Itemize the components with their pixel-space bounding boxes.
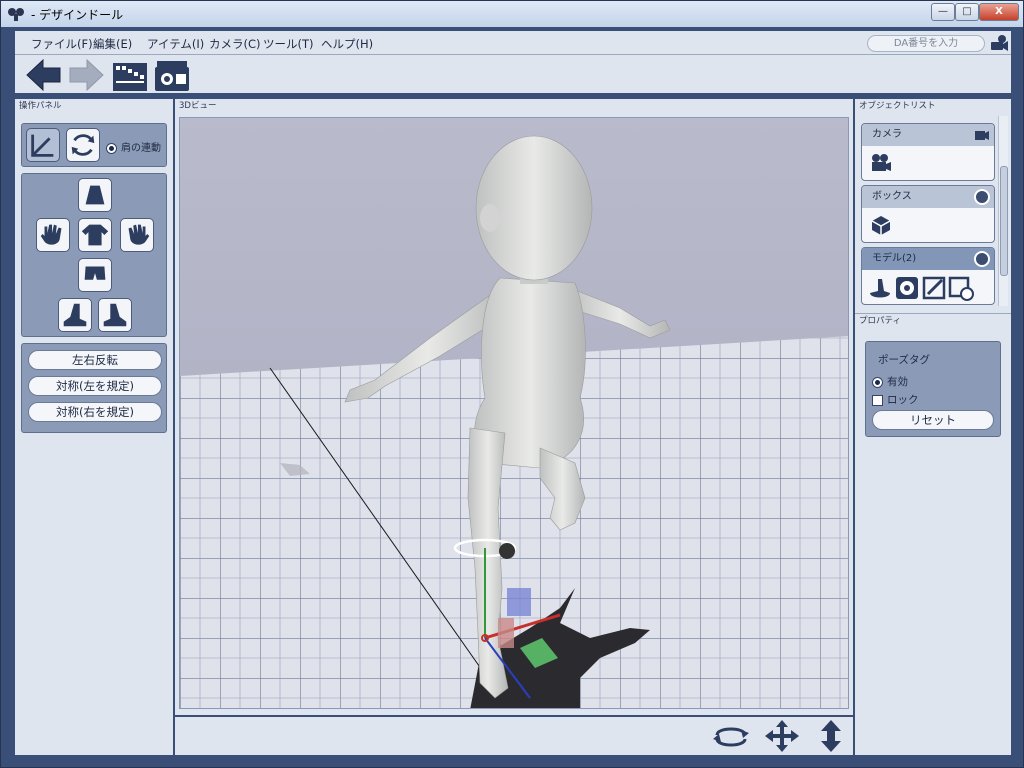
operation-panel: 操作パネル 肩の連動 左右反転 対称(左を規定) 対称(右を規定) bbox=[15, 99, 173, 755]
menu-camera[interactable]: カメラ(C) bbox=[209, 36, 261, 52]
operation-panel-title: 操作パネル bbox=[15, 99, 173, 113]
lock-checkbox[interactable] bbox=[872, 394, 883, 406]
left-hand-button[interactable] bbox=[120, 218, 154, 252]
close-button[interactable]: X bbox=[979, 3, 1019, 21]
scene-canvas bbox=[180, 118, 848, 708]
symmetry-right-button[interactable]: 対称(右を規定) bbox=[28, 402, 162, 422]
3d-view-panel: 3Dビュー bbox=[175, 99, 853, 715]
top-part-button[interactable] bbox=[78, 218, 112, 252]
minimize-button[interactable]: — bbox=[931, 3, 955, 21]
model-tools-icon[interactable] bbox=[868, 275, 988, 301]
menu-bar: ファイル(F) 編集(E) アイテム(I) カメラ(C) ツール(T) ヘルプ(… bbox=[15, 31, 1011, 55]
shoulder-link-label: 肩の連動 bbox=[121, 143, 161, 154]
left-shoe-button[interactable] bbox=[98, 298, 132, 332]
3d-viewport[interactable] bbox=[179, 117, 849, 709]
movie-camera-icon[interactable] bbox=[974, 127, 990, 143]
valid-label: 有効 bbox=[887, 376, 908, 388]
right-shoe-button[interactable] bbox=[58, 298, 92, 332]
cube-icon bbox=[871, 216, 891, 235]
transform-mode-group: 肩の連動 bbox=[21, 123, 167, 167]
orbit-camera-icon[interactable] bbox=[711, 721, 751, 751]
shirt-icon bbox=[81, 224, 109, 246]
visibility-eye-icon[interactable] bbox=[974, 189, 990, 205]
symmetry-group: 左右反転 対称(左を規定) 対称(右を規定) bbox=[21, 343, 167, 433]
app-logo-icon bbox=[8, 8, 24, 21]
menu-item[interactable]: アイテム(I) bbox=[147, 36, 204, 52]
boot-icon bbox=[103, 303, 127, 327]
symmetry-left-button[interactable]: 対称(左を規定) bbox=[28, 376, 162, 396]
hand-icon bbox=[40, 224, 62, 245]
toolbar bbox=[15, 55, 1011, 95]
film-clapper-icon[interactable] bbox=[111, 57, 149, 93]
menu-help[interactable]: ヘルプ(H) bbox=[321, 36, 373, 52]
visibility-eye-icon[interactable] bbox=[974, 251, 990, 267]
object-box-label: ボックス bbox=[872, 191, 912, 202]
da-number-input[interactable]: DA番号を入力 bbox=[867, 35, 985, 52]
object-list-scrollbar[interactable] bbox=[998, 116, 1008, 306]
app-window: - デザインドール — □ X ファイル(F) 編集(E) アイテム(I) カメ… bbox=[0, 0, 1024, 768]
object-camera-label: カメラ bbox=[872, 129, 902, 140]
object-model-label: モデル(2) bbox=[872, 253, 917, 264]
camera-film-icon[interactable] bbox=[153, 57, 191, 93]
object-model[interactable]: モデル(2) bbox=[861, 247, 995, 305]
menu-edit[interactable]: 編集(E) bbox=[93, 36, 132, 52]
right-hand-button[interactable] bbox=[36, 218, 70, 252]
pan-camera-icon[interactable] bbox=[763, 719, 801, 753]
body-part-group bbox=[21, 173, 167, 337]
window-title: - デザインドール bbox=[31, 8, 124, 22]
dolly-camera-icon[interactable] bbox=[817, 719, 845, 753]
axis-icon bbox=[31, 134, 54, 157]
object-camera[interactable]: カメラ bbox=[861, 123, 995, 181]
property-title: プロパティ bbox=[855, 313, 1011, 327]
scrollbar-thumb[interactable] bbox=[1000, 166, 1008, 276]
skirt-part-button[interactable] bbox=[78, 178, 112, 212]
menu-file[interactable]: ファイル(F) bbox=[31, 36, 93, 52]
back-arrow-icon[interactable] bbox=[25, 57, 63, 93]
3d-view-title: 3Dビュー bbox=[175, 99, 853, 113]
reset-button[interactable]: リセット bbox=[872, 410, 994, 430]
rotate-button[interactable] bbox=[66, 128, 100, 162]
object-box[interactable]: ボックス bbox=[861, 185, 995, 243]
object-list-panel: オブジェクトリスト カメラ ボックス モデル(2) プロパティ ポーズタグ 有効… bbox=[855, 99, 1011, 755]
camera-person-icon[interactable] bbox=[989, 34, 1009, 53]
skirt-icon bbox=[85, 185, 105, 205]
object-list-title: オブジェクトリスト bbox=[855, 99, 1011, 113]
rotate-icon bbox=[71, 134, 95, 156]
flip-lr-button[interactable]: 左右反転 bbox=[28, 350, 162, 370]
pose-tag-group: ポーズタグ 有効 ロック リセット bbox=[865, 341, 1001, 437]
move-axis-button[interactable] bbox=[26, 128, 60, 162]
valid-radio[interactable] bbox=[872, 376, 883, 388]
movie-camera-icon bbox=[872, 154, 891, 171]
menu-tool[interactable]: ツール(T) bbox=[263, 36, 314, 52]
hand-icon bbox=[128, 224, 150, 245]
forward-arrow-icon[interactable] bbox=[67, 57, 105, 93]
boot-icon bbox=[63, 303, 87, 327]
lock-label: ロック bbox=[887, 394, 919, 406]
shoulder-link-radio[interactable] bbox=[106, 142, 117, 154]
pose-tag-title: ポーズタグ bbox=[878, 354, 930, 366]
pants-part-button[interactable] bbox=[78, 258, 112, 292]
shorts-icon bbox=[84, 266, 106, 280]
title-bar: - デザインドール — □ X bbox=[1, 1, 1023, 27]
view-control-bar bbox=[175, 717, 853, 755]
maximize-button[interactable]: □ bbox=[955, 3, 979, 21]
